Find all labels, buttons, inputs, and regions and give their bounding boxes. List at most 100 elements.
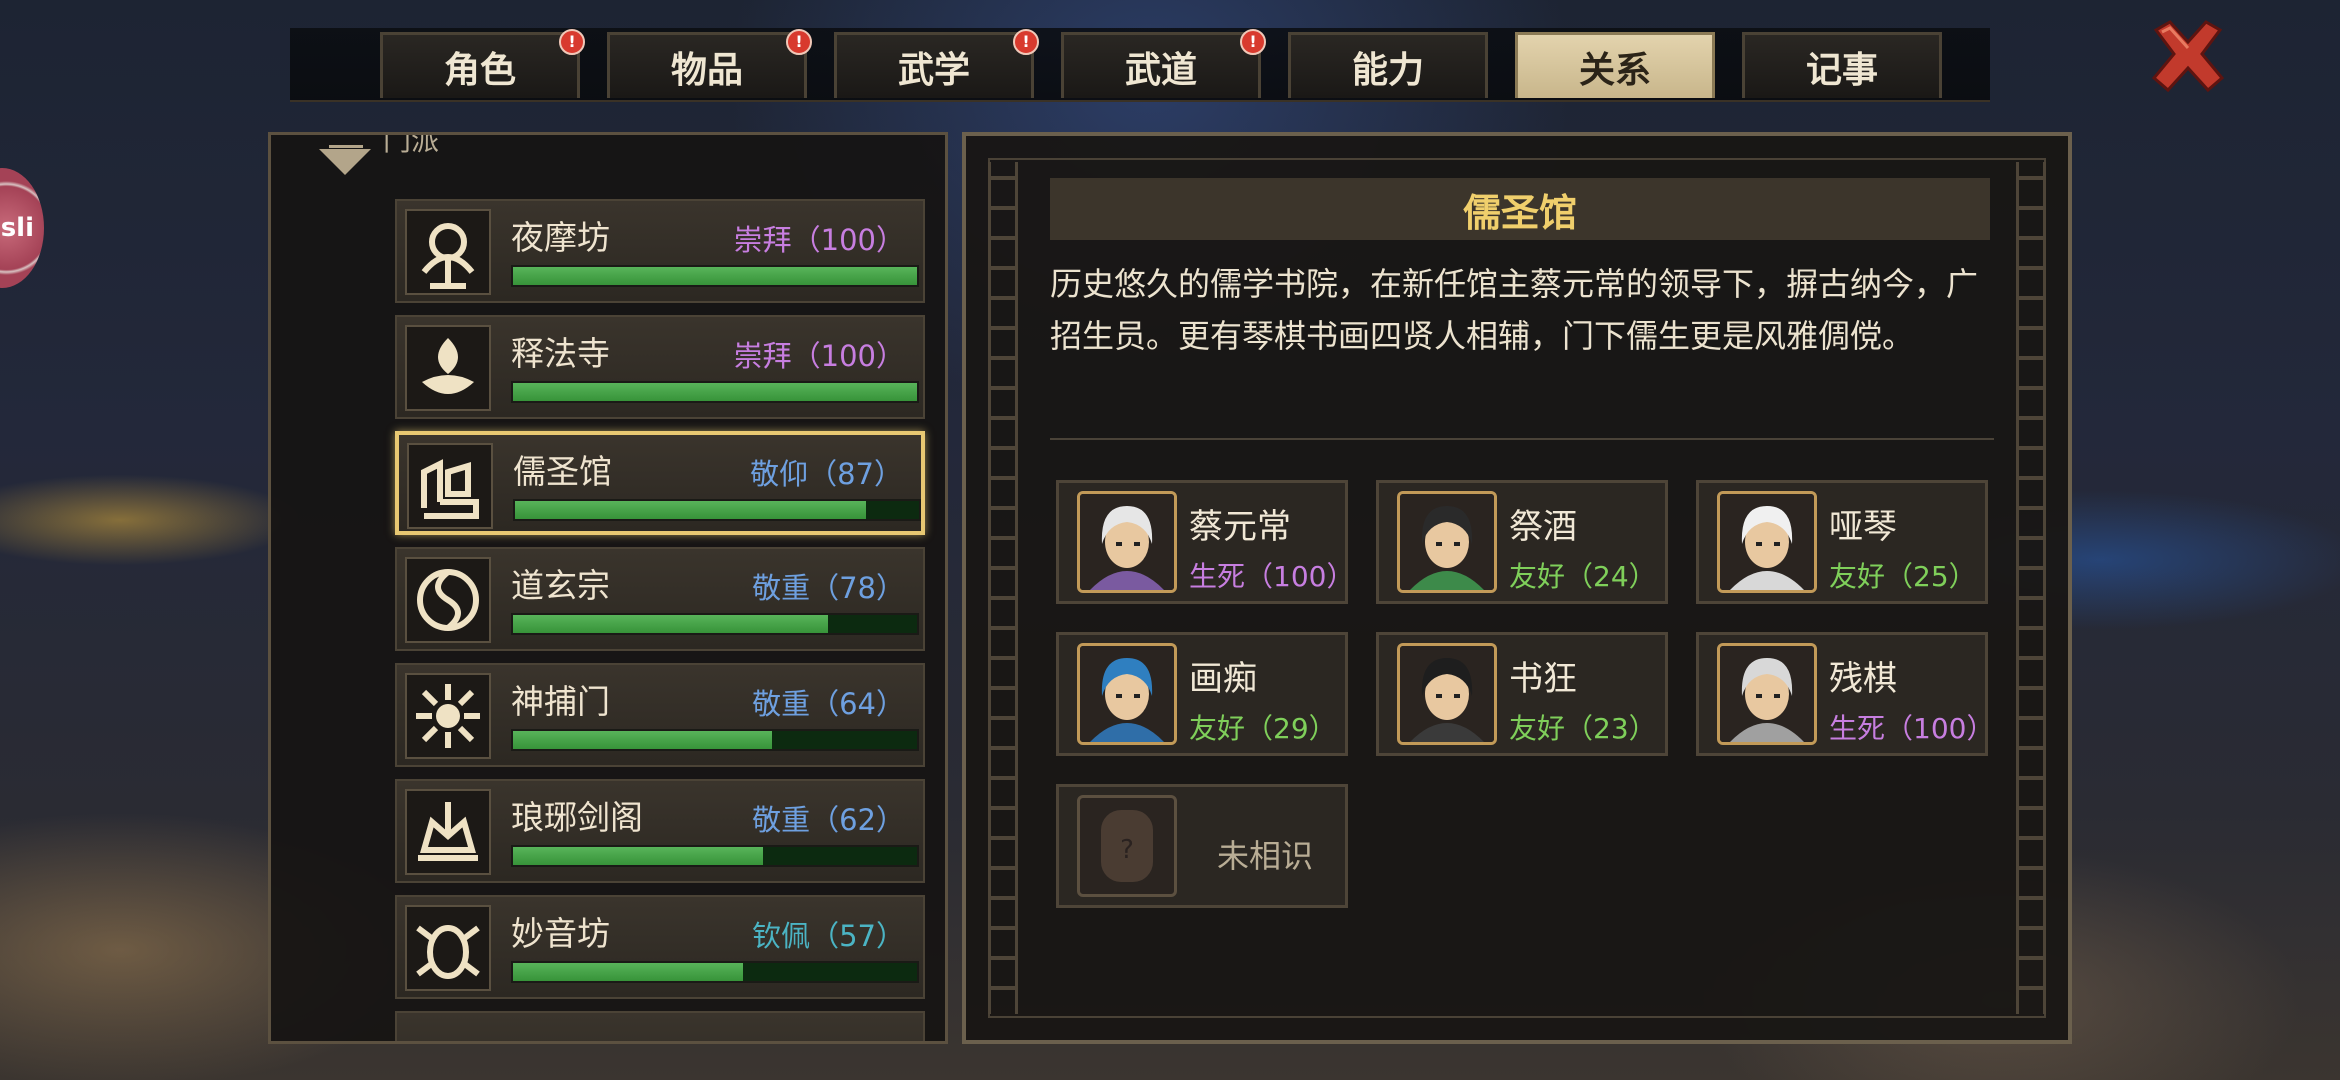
sect-title: 儒圣馆 xyxy=(1050,178,1990,240)
npc-card-shukuang[interactable]: 书狂 友好（23） xyxy=(1376,632,1668,756)
tab-items[interactable]: 物品 ! xyxy=(607,29,812,98)
npc-name: 蔡元常 xyxy=(1189,507,1291,547)
relation-progress-bar xyxy=(511,265,919,287)
sect-relation: 崇拜（100） xyxy=(733,223,905,257)
sect-emblem-icon xyxy=(405,905,491,991)
sect-shenbumen[interactable]: 神捕门 敬重（64） xyxy=(395,663,925,767)
npc-relation: 友好（24） xyxy=(1509,560,1657,593)
relation-progress-fill xyxy=(513,615,829,633)
sect-name: 释法寺 xyxy=(511,334,610,373)
npc-portrait xyxy=(1717,643,1817,745)
npc-card-unknown[interactable]: ? 未相识 xyxy=(1056,784,1348,908)
sect-name: 神捕门 xyxy=(511,682,610,721)
npc-name: 残棋 xyxy=(1829,659,1897,699)
svg-text:?: ? xyxy=(1120,835,1134,865)
group-label: 门派 xyxy=(383,132,440,157)
relation-progress-bar xyxy=(511,961,919,983)
tab-character[interactable]: 角色 ! xyxy=(380,29,585,98)
npc-name: 哑琴 xyxy=(1829,507,1897,547)
npc-card-canqi[interactable]: 残棋生死（100） xyxy=(1696,632,1995,756)
floating-side-button[interactable]: sli xyxy=(0,168,44,288)
npc-relation: 友好（25） xyxy=(1829,560,1977,593)
sect-emblem-icon xyxy=(405,209,491,295)
tab-label: 能力 xyxy=(1351,49,1424,91)
alert-badge-icon: ! xyxy=(559,29,585,55)
close-button[interactable] xyxy=(2148,16,2228,96)
npc-name: 祭酒 xyxy=(1509,507,1577,547)
npc-name: 画痴 xyxy=(1189,659,1257,699)
meander-border-left xyxy=(988,162,1018,1014)
tab-martial-arts[interactable]: 武学 ! xyxy=(834,29,1039,98)
close-x-icon xyxy=(2151,20,2225,93)
sect-name: 夜摩坊 xyxy=(511,218,610,257)
npc-portrait xyxy=(1397,643,1497,745)
tab-journal[interactable]: 记事 xyxy=(1742,32,1942,98)
alert-badge-icon: ! xyxy=(1013,29,1039,55)
sect-name: 琅琊剑阁 xyxy=(511,798,643,837)
sect-name: 儒圣馆 xyxy=(513,452,612,491)
relation-progress-bar xyxy=(511,613,919,635)
tab-relations[interactable]: 关系 xyxy=(1515,32,1715,98)
sect-emblem-icon xyxy=(405,325,491,411)
relation-progress-fill xyxy=(513,847,764,865)
sect-relation: 敬仰（87） xyxy=(750,457,903,491)
tab-label: 物品 xyxy=(670,49,743,91)
relation-progress-bar xyxy=(511,381,919,403)
floating-side-label: sli xyxy=(0,213,34,243)
question-mark-icon: ? xyxy=(1101,810,1153,882)
sect-relation: 敬重（62） xyxy=(752,803,905,837)
sect-title-text: 儒圣馆 xyxy=(1462,190,1577,235)
divider xyxy=(1050,438,1994,440)
relation-progress-fill xyxy=(513,963,744,981)
npc-portrait xyxy=(1077,643,1177,745)
relation-progress-fill xyxy=(513,731,772,749)
sect-relation: 崇拜（100） xyxy=(733,339,905,373)
sect-emblem-icon xyxy=(407,443,493,529)
npc-card-jijiu[interactable]: 祭酒友好（24） xyxy=(1376,480,1668,604)
sect-yemofang[interactable]: 夜摩坊 崇拜（100） xyxy=(395,199,925,303)
npc-card-huachi[interactable]: 画痴友好（29） xyxy=(1056,632,1348,756)
tab-abilities[interactable]: 能力 xyxy=(1288,32,1488,98)
sect-list-panel[interactable]: 门派 夜摩坊 崇拜（100） 释法寺 崇拜（100） 儒圣馆 敬仰（87） 道玄宗 敬重（78… xyxy=(268,132,948,1044)
npc-portrait xyxy=(1717,491,1817,593)
sect-emblem-icon xyxy=(405,789,491,875)
sect-miaoyinfang[interactable]: 妙音坊 钦佩（57） xyxy=(395,895,925,999)
sect-name: 妙音坊 xyxy=(511,914,610,953)
tab-label: 角色 xyxy=(443,49,516,91)
relation-progress-bar xyxy=(513,499,921,521)
relation-progress-fill xyxy=(513,383,917,401)
npc-relation: 生死（100） xyxy=(1189,560,1355,593)
npc-card-yaqin[interactable]: 哑琴友好（25） xyxy=(1696,480,1988,604)
npc-relation: 生死（100） xyxy=(1829,712,1995,745)
tab-label: 记事 xyxy=(1805,49,1878,91)
npc-portrait xyxy=(1397,491,1497,593)
sect-emblem-icon xyxy=(405,557,491,643)
alert-badge-icon: ! xyxy=(786,29,812,55)
sect-langyajiange[interactable]: 琅琊剑阁 敬重（62） xyxy=(395,779,925,883)
tab-label: 武道 xyxy=(1124,49,1197,91)
sect-relation: 敬重（78） xyxy=(752,571,905,605)
npc-relation: 友好（29） xyxy=(1189,712,1337,745)
npc-card-cai-yuanchang[interactable]: 蔡元常生死（100） xyxy=(1056,480,1355,604)
relation-progress-bar xyxy=(511,729,919,751)
npc-name: 未相识 xyxy=(1217,837,1314,875)
tab-label: 武学 xyxy=(897,49,970,91)
alert-badge-icon: ! xyxy=(1240,29,1266,55)
group-divider xyxy=(329,145,363,148)
tab-martial-path[interactable]: 武道 ! xyxy=(1061,29,1266,98)
sect-name: 道玄宗 xyxy=(511,566,610,605)
unknown-portrait: ? xyxy=(1077,795,1177,897)
sect-emblem-icon xyxy=(405,673,491,759)
sect-item-partial[interactable] xyxy=(395,1011,925,1041)
sect-daoxuanzong[interactable]: 道玄宗 敬重（78） xyxy=(395,547,925,651)
sect-description: 历史悠久的儒学书院，在新任馆主蔡元常的领导下，摒古纳今，广招生员。更有琴棋书画四… xyxy=(1050,265,1979,355)
npc-portrait xyxy=(1077,491,1177,593)
relation-progress-fill xyxy=(513,267,917,285)
sect-rushengguan[interactable]: 儒圣馆 敬仰（87） xyxy=(395,431,925,535)
triangle-down-icon[interactable] xyxy=(319,149,371,175)
npc-relation: 友好（23） xyxy=(1509,712,1657,745)
sect-relation: 钦佩（57） xyxy=(752,919,905,953)
relation-progress-bar xyxy=(511,845,919,867)
sect-detail-panel: 儒圣馆 历史悠久的儒学书院，在新任馆主蔡元常的领导下，摒古纳今，广招生员。更有琴… xyxy=(962,132,2072,1044)
sect-shifasi[interactable]: 释法寺 崇拜（100） xyxy=(395,315,925,419)
